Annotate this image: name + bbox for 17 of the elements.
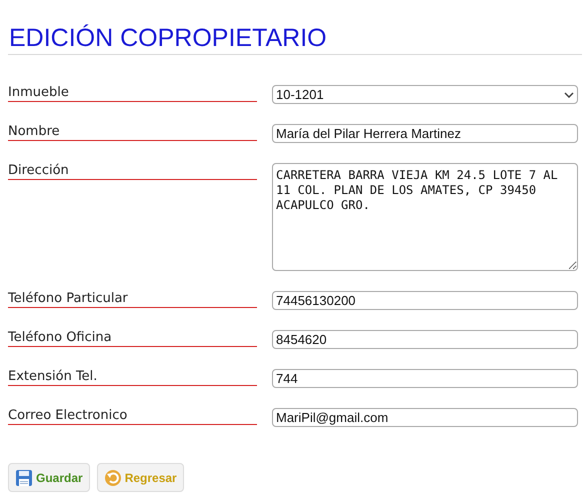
save-button[interactable]: Guardar bbox=[8, 463, 90, 492]
field-label: Inmueble bbox=[8, 85, 69, 100]
unit-select[interactable]: 10-1201 bbox=[272, 85, 578, 104]
page-title: EDICIÓN COPROPIETARIO bbox=[8, 24, 328, 52]
field-label: Extensión Tel. bbox=[8, 369, 98, 384]
chevron-down-icon bbox=[564, 92, 574, 98]
field-label: Nombre bbox=[8, 124, 60, 139]
field-label: Correo Electronico bbox=[8, 408, 128, 423]
field-label: Dirección bbox=[8, 163, 69, 178]
input-field[interactable]: 74456130200 bbox=[272, 291, 578, 310]
input-field[interactable]: 744 bbox=[272, 369, 578, 388]
input-field[interactable]: María del Pilar Herrera Martinez bbox=[272, 124, 578, 143]
address-field[interactable]: CARRETERA BARRA VIEJA KM 24.5 LOTE 7 AL 11 COL. PLAN DE LOS AMATES, CP 39450 ACAPULCO GRO. bbox=[272, 163, 578, 271]
input-field[interactable]: MariPil@gmail.com bbox=[272, 408, 578, 427]
field-label: Teléfono Particular bbox=[8, 291, 128, 306]
field-label: Teléfono Oficina bbox=[8, 330, 112, 345]
input-field[interactable]: 8454620 bbox=[272, 330, 578, 349]
